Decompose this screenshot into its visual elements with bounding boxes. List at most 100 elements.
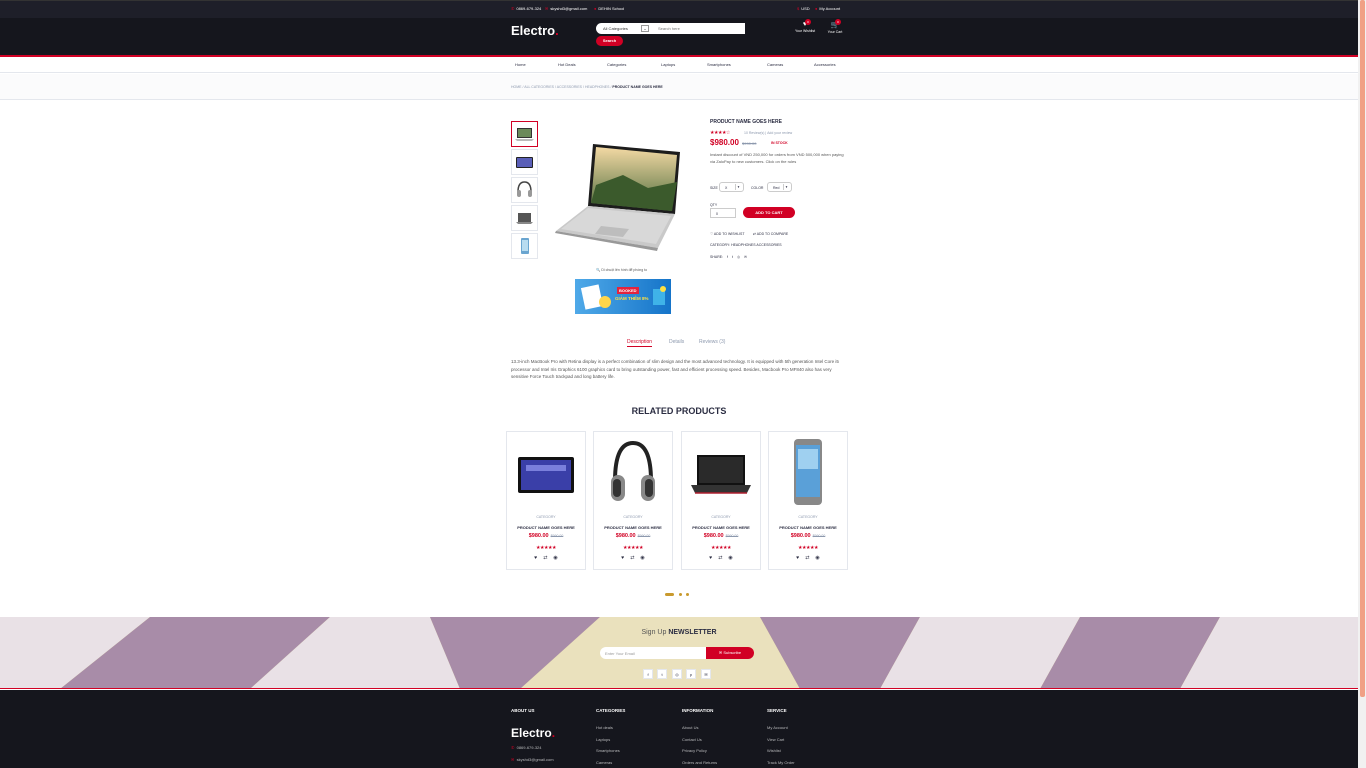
compare-icon[interactable]: ⇄ [718,555,722,561]
product-price: $980.00 [710,138,739,147]
thumbnail-headphones[interactable] [511,177,538,203]
twitter-icon[interactable]: t [732,255,733,259]
size-select[interactable]: X ▾ [719,182,744,192]
wishlist-button[interactable]: ♥ 0 Your Wishlist [791,19,819,33]
footer-link[interactable]: My Account [767,725,788,730]
product-name[interactable]: PRODUCT NAME GOES HERE [682,525,760,530]
footer-link[interactable]: Laptops [596,737,610,742]
compare-icon[interactable]: ⇄ [543,555,547,561]
slider-dot[interactable] [686,593,689,596]
search-input[interactable] [652,23,745,34]
top-address[interactable]: ● DEHIN School [594,6,624,11]
thumbnail-tablet[interactable] [511,149,538,175]
footer-email[interactable]: ✉ skyshd3@gmail.com [511,757,554,762]
footer-phone[interactable]: ✆ 0869-679-324 [511,745,542,750]
footer-categories-title: CATEGORIES [596,708,626,713]
top-header: ✆ 0869-679-324 ✉ skyshd3@gmail.com ● DEHIN … [0,0,1358,18]
compare-icon[interactable]: ⇄ [805,555,809,561]
twitter-icon[interactable]: t [657,669,667,679]
related-product-card[interactable]: CATEGORY PRODUCT NAME GOES HERE $980.00 $… [506,431,586,570]
thumbnail-phone[interactable] [511,233,538,259]
related-product-card[interactable]: CATEGORY PRODUCT NAME GOES HERE $980.00 $… [593,431,673,570]
chevron-down-icon: ▾ [735,184,741,190]
footer-link[interactable]: Smartphones [596,748,620,753]
footer-link[interactable]: Contact Us [682,737,702,742]
nav-accessories[interactable]: Accessories [814,62,836,67]
envelope-icon[interactable]: ✉ [744,255,747,259]
slider-dot-active[interactable] [665,593,674,596]
eye-icon[interactable]: ◉ [640,555,644,561]
instagram-icon[interactable]: ◎ [672,669,682,679]
breadcrumb-headphones[interactable]: HEADPHONES [585,85,610,89]
scrollbar-thumb[interactable] [1360,0,1365,697]
footer-link[interactable]: Track My Order [767,760,795,765]
search-button[interactable]: Search [596,36,623,46]
heart-icon[interactable]: ♥ [621,555,624,561]
product-image-laptop[interactable] [687,437,755,509]
related-product-card[interactable]: CATEGORY PRODUCT NAME GOES HERE $980.00 $… [681,431,761,570]
pinterest-icon[interactable]: p [686,669,696,679]
facebook-icon[interactable]: f [727,255,728,259]
heart-icon[interactable]: ♥ [796,555,799,561]
footer-link[interactable]: Wishlist [767,748,781,753]
top-phone[interactable]: ✆ 0869-679-324 [511,6,541,11]
related-product-card[interactable]: CATEGORY PRODUCT NAME GOES HERE $980.00 $… [768,431,848,570]
product-name[interactable]: PRODUCT NAME GOES HERE [769,525,847,530]
product-name[interactable]: PRODUCT NAME GOES HERE [507,525,585,530]
breadcrumb-accessories[interactable]: ACCESSORIES [557,85,582,89]
breadcrumb-all-categories[interactable]: ALL CATEGORIES [524,85,554,89]
product-image-phone[interactable] [774,437,842,509]
footer-link[interactable]: View Cart [767,737,784,742]
tab-reviews[interactable]: Reviews (3) [699,339,725,345]
tab-description[interactable]: Description [627,339,653,347]
product-image-tablet[interactable] [512,437,580,509]
add-to-compare-link[interactable]: ⇄ ADD TO COMPARE [753,232,788,236]
subscribe-button[interactable]: ✉ Subscribe [706,647,754,659]
product-description: 13.3-inch MacBook Pro with Retina displa… [511,359,839,379]
nav-hot-deals[interactable]: Hot Deals [558,62,576,67]
add-to-cart-button[interactable]: ADD TO CART [743,207,795,218]
product-main-image[interactable] [553,130,684,256]
heart-icon[interactable]: ♥ [534,555,537,561]
instagram-icon[interactable]: ◎ [737,255,740,259]
quantity-stepper[interactable]: 0 [710,208,736,218]
footer-link[interactable]: Orders and Returns [682,760,717,765]
nav-categories[interactable]: Categories [607,62,626,67]
color-select[interactable]: Red ▾ [767,182,792,192]
heart-icon[interactable]: ♥ [709,555,712,561]
thumbnail-laptop[interactable] [511,121,538,147]
facebook-icon[interactable]: f [643,669,653,679]
thumbnail-laptop-2[interactable] [511,205,538,231]
logo[interactable]: Electro. [511,23,559,38]
review-link[interactable]: 10 Review(s) | Add your review [744,131,792,135]
slider-dot[interactable] [679,593,682,596]
newsletter-email-input[interactable]: Enter Your Email [600,647,706,659]
stock-status: IN STOCK [771,141,788,145]
footer-link[interactable]: Cameras [596,760,612,765]
product-image-headphones[interactable] [599,437,667,509]
promo-banner[interactable]: BOOKED GIẢM THÊM 8% [575,279,671,314]
eye-icon[interactable]: ◉ [553,555,557,561]
footer-link[interactable]: Privacy Policy [682,748,707,753]
nav-laptops[interactable]: Laptops [661,62,675,67]
nav-home[interactable]: Home [515,62,526,67]
eye-icon[interactable]: ◉ [815,555,819,561]
add-to-wishlist-link[interactable]: ♡ ADD TO WISHLIST [710,232,745,236]
compare-icon[interactable]: ⇄ [630,555,634,561]
product-name[interactable]: PRODUCT NAME GOES HERE [594,525,672,530]
product-categories[interactable]: CATEGORY: HEADPHONES ACCESSORIES [710,243,782,247]
footer-link[interactable]: About Us [682,725,698,730]
nav-smartphones[interactable]: Smartphones [707,62,731,67]
cart-button[interactable]: 🛒 0 Your Cart [821,19,849,34]
footer-logo[interactable]: Electro. [511,726,555,740]
category-select[interactable]: All Categories ⌄ [596,23,652,34]
nav-cameras[interactable]: Cameras [767,62,783,67]
footer-link[interactable]: Hot deals [596,725,613,730]
top-account[interactable]: ● My Account [815,6,840,11]
envelope-icon[interactable]: ✉ [701,669,711,679]
top-currency[interactable]: $ USD [797,6,810,11]
breadcrumb-home[interactable]: HOME [511,85,522,89]
eye-icon[interactable]: ◉ [728,555,732,561]
top-email[interactable]: ✉ skyshd3@gmail.com [545,6,587,11]
tab-details[interactable]: Details [669,339,684,345]
